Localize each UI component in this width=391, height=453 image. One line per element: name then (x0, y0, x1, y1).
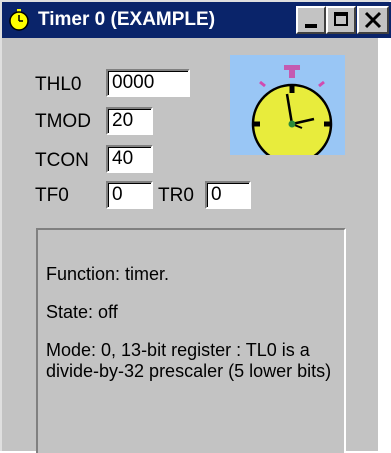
tcon-label: TCON (35, 150, 89, 171)
window-title: Timer 0 (EXAMPLE) (38, 9, 216, 30)
close-button[interactable] (357, 6, 389, 34)
tr0-label: TR0 (158, 185, 194, 206)
stopwatch-icon (251, 65, 333, 165)
window-edge (378, 38, 391, 453)
stopwatch-panel (230, 55, 345, 165)
title-bar[interactable]: Timer 0 (EXAMPLE) (2, 2, 391, 38)
stopwatch-icon (9, 9, 29, 31)
thl0-label: THL0 (35, 74, 82, 95)
mode-text: Mode: 0, 13-bit register : TL0 is a divi… (46, 340, 332, 381)
tf0-label: TF0 (35, 185, 69, 206)
tmod-label: TMOD (35, 111, 91, 132)
timer-window: Timer 0 (EXAMPLE) THL0 0000 TMOD 20 TCON… (0, 0, 391, 453)
timer-info-panel: Function: timer. State: off Mode: 0, 13-… (36, 228, 346, 453)
maximize-icon (334, 12, 348, 26)
minimize-icon (305, 24, 317, 28)
tf0-field[interactable]: 0 (106, 181, 153, 209)
state-text: State: off (46, 302, 118, 322)
tcon-field[interactable]: 40 (106, 145, 153, 173)
maximize-button[interactable] (326, 6, 356, 34)
tmod-field[interactable]: 20 (106, 107, 153, 135)
minimize-button[interactable] (296, 6, 326, 34)
thl0-field[interactable]: 0000 (106, 69, 190, 97)
function-text: Function: timer. (46, 264, 170, 284)
close-icon (364, 11, 382, 29)
tr0-field[interactable]: 0 (205, 181, 251, 209)
